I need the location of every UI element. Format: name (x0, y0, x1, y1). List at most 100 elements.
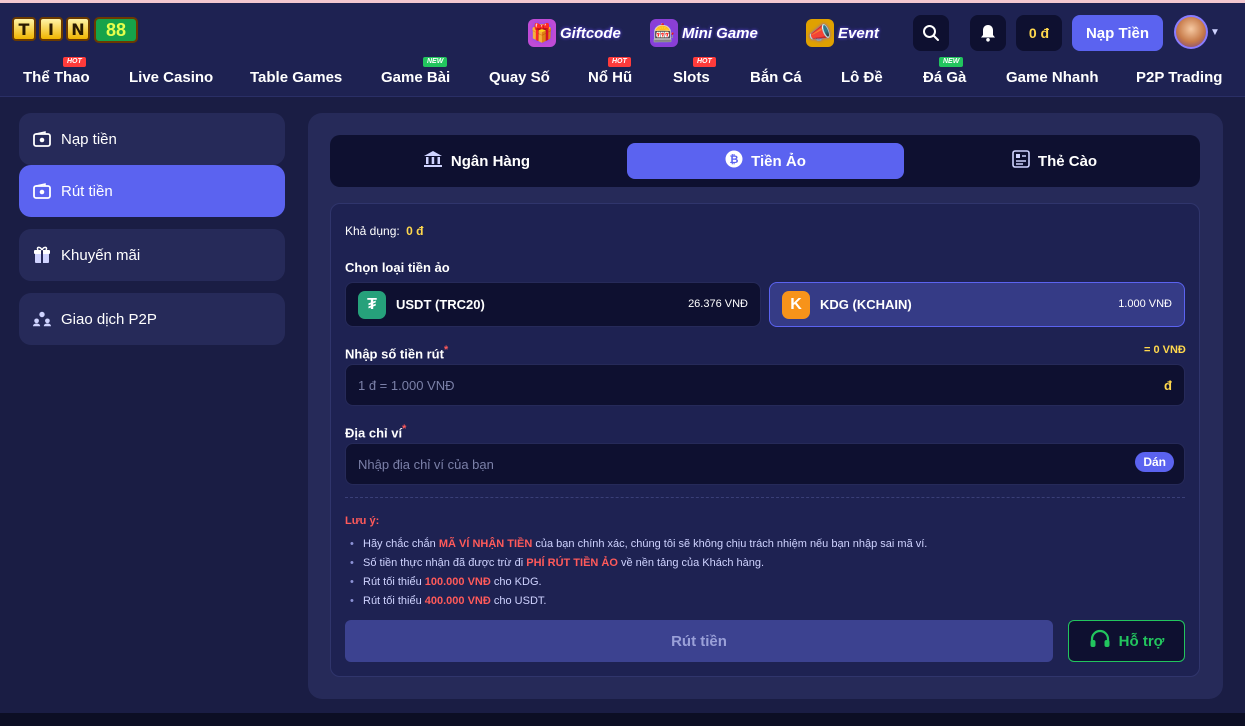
nav-item-lo-de[interactable]: Lô Đề (841, 69, 883, 86)
nav-item-da-ga[interactable]: NEW Đá Gà (923, 57, 966, 86)
nav-item-game-nhanh[interactable]: Game Nhanh (1006, 69, 1099, 86)
nav-label: Live Casino (129, 69, 214, 86)
divider (345, 497, 1185, 498)
nav-label: Game Bài (381, 69, 451, 86)
nav-item-table-games[interactable]: Table Games (250, 69, 342, 86)
amount-label: Nhập số tiền rút* (345, 344, 448, 361)
nav-item-ban-ca[interactable]: Bắn Cá (750, 69, 802, 86)
tab-the-cao[interactable]: Thẻ Cào (916, 143, 1193, 179)
gift-icon (33, 246, 51, 264)
nav-item-p2p-trading[interactable]: P2P Trading (1136, 69, 1222, 86)
site-logo[interactable]: T I N 88 (12, 13, 138, 49)
nav-label: Lô Đề (841, 69, 883, 86)
amount-input[interactable]: 1 đ = 1.000 VNĐ đ (345, 364, 1185, 406)
tab-ngan-hang[interactable]: Ngân Hàng (338, 143, 615, 179)
tab-label: Ngân Hàng (450, 152, 531, 170)
hot-badge: HOT (63, 57, 86, 67)
address-label: Địa chỉ ví* (345, 423, 406, 440)
withdraw-submit-button[interactable]: Rút tiền (345, 620, 1053, 662)
sidebar-item-khuyen-mai[interactable]: Khuyến mãi (19, 229, 285, 281)
logo-number: 88 (94, 17, 138, 43)
svg-text:₿: ₿ (730, 153, 739, 166)
usdt-icon: ₮ (358, 291, 386, 319)
chevron-down-icon[interactable]: ▼ (1210, 27, 1220, 38)
amount-converted: = 0 VNĐ (1144, 344, 1186, 356)
nav-item-game-bai[interactable]: NEW Game Bài (381, 57, 451, 86)
notes-title: Lưu ý: (345, 515, 380, 527)
notification-button[interactable] (970, 15, 1006, 51)
sidebar-item-giao-dich-p2p[interactable]: Giao dịch P2P (19, 293, 285, 345)
amount-placeholder: 1 đ = 1.000 VNĐ (358, 378, 455, 393)
deposit-button[interactable]: Nạp Tiền (1072, 15, 1163, 51)
new-badge: NEW (939, 57, 964, 67)
nav-label: Thể Thao (23, 69, 90, 86)
new-badge: NEW (423, 57, 448, 67)
nav-item-no-hu[interactable]: HOT Nổ Hũ (588, 57, 633, 86)
kdg-icon: K (782, 291, 810, 319)
address-placeholder: Nhập địa chỉ ví của bạn (358, 457, 494, 472)
withdraw-form: Khả dụng: 0 đ Chọn loại tiền ảo ₮ USDT (… (330, 203, 1200, 677)
coin-name: KDG (KCHAIN) (820, 297, 912, 312)
search-icon (923, 25, 939, 41)
paste-button[interactable]: Dán (1135, 452, 1174, 472)
wallet-icon (33, 130, 51, 148)
minigame-link[interactable]: 🎰 Mini Game (650, 16, 758, 50)
gift-icon: 🎁 (528, 19, 556, 47)
nav-label: Quay Số (489, 69, 550, 86)
logo-letter: I (39, 17, 63, 41)
headset-icon (1089, 629, 1111, 653)
nav-label: Table Games (250, 69, 343, 86)
event-label: Event (838, 24, 879, 42)
event-link[interactable]: 📣 Event (806, 16, 879, 50)
nav-label: Nổ Hũ (588, 69, 633, 86)
nav-item-quay-so[interactable]: Quay Số (489, 69, 550, 86)
bitcoin-icon: ₿ (725, 150, 743, 172)
nav-label: P2P Trading (1136, 69, 1223, 86)
coin-rate: 1.000 VNĐ (1118, 298, 1172, 310)
bell-icon (981, 25, 995, 42)
sidebar-item-label: Khuyến mãi (61, 246, 141, 264)
hot-badge: HOT (608, 57, 631, 67)
available-value: 0 đ (406, 224, 424, 238)
nav-label: Slots (673, 69, 710, 86)
card-icon (1012, 150, 1030, 172)
sidebar-item-label: Giao dịch P2P (61, 310, 157, 328)
amount-label-text: Nhập số tiền rút (345, 346, 444, 362)
logo-letter: T (12, 17, 36, 41)
notes: Lưu ý: Hãy chắc chắn MÃ VÍ NHẬN TIỀN của… (345, 512, 927, 611)
wallet-address-input[interactable]: Nhập địa chỉ ví của bạn Dán (345, 443, 1185, 485)
support-label: Hỗ trợ (1118, 632, 1165, 650)
tab-tien-ao[interactable]: ₿ Tiền Ảo (627, 143, 904, 179)
tab-label: Tiền Ảo (751, 152, 806, 170)
top-header: T I N 88 🎁 Giftcode 🎰 Mini Game 📣 Event … (0, 3, 1245, 97)
coin-option-kdg[interactable]: K KDG (KCHAIN) 1.000 VNĐ (769, 282, 1185, 327)
sidebar-item-rut-tien[interactable]: Rút tiền (19, 165, 285, 217)
bank-icon (423, 150, 443, 172)
coin-rate: 26.376 VNĐ (688, 298, 748, 310)
required-mark: * (443, 344, 449, 356)
sidebar-item-nap-tien[interactable]: Nạp tiền (19, 113, 285, 165)
sidebar-item-label: Rút tiền (61, 182, 113, 200)
nav-item-live-casino[interactable]: Live Casino (129, 69, 213, 86)
support-button[interactable]: Hỗ trợ (1068, 620, 1185, 662)
note-item: Rút tối thiểu 100.000 VNĐ cho KDG. (345, 573, 927, 592)
coin-option-usdt[interactable]: ₮ USDT (TRC20) 26.376 VNĐ (345, 282, 761, 327)
nav-label: Bắn Cá (750, 69, 802, 86)
balance-display[interactable]: 0 đ (1016, 15, 1062, 51)
nav-item-the-thao[interactable]: HOT Thể Thao (23, 57, 90, 86)
withdraw-panel: Ngân Hàng ₿ Tiền Ảo Thẻ Cào Khả dụng: 0 … (308, 113, 1223, 699)
giftcode-label: Giftcode (560, 24, 621, 42)
nav-label: Game Nhanh (1006, 69, 1099, 86)
main-nav: HOT Thể Thao Live Casino Table Games NEW… (0, 57, 1245, 97)
note-item: Số tiền thực nhận đã được trừ đi PHÍ RÚT… (345, 554, 927, 573)
address-label-text: Địa chỉ ví (345, 425, 403, 441)
giftcode-link[interactable]: 🎁 Giftcode (528, 16, 621, 50)
note-item: Hãy chắc chắn MÃ VÍ NHẬN TIỀN của bạn ch… (345, 535, 927, 554)
nav-item-slots[interactable]: HOT Slots (673, 57, 716, 86)
avatar[interactable] (1174, 15, 1208, 49)
users-icon (33, 310, 51, 328)
search-button[interactable] (913, 15, 949, 51)
note-item: Rút tối thiểu 400.000 VNĐ cho USDT. (345, 592, 927, 611)
required-mark: * (402, 423, 407, 435)
hot-badge: HOT (693, 57, 716, 67)
